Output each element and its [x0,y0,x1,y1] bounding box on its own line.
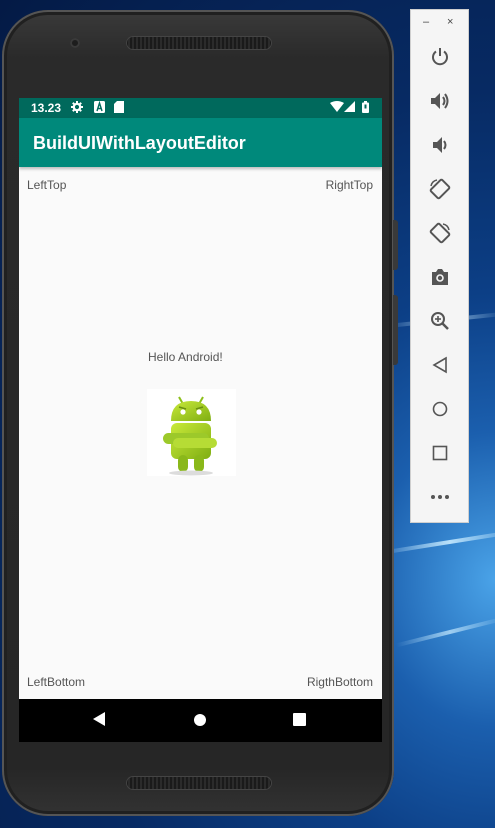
battery-icon [362,101,369,117]
status-time: 13.23 [31,101,62,115]
signal-icon [344,101,355,117]
volume-up-icon[interactable] [425,86,455,116]
gear-icon [71,101,83,117]
nav-home-icon[interactable] [193,713,207,732]
camera-icon[interactable] [425,262,455,292]
volume-down-icon[interactable] [425,130,455,160]
navigation-bar [19,699,382,742]
rotate-left-icon[interactable] [425,174,455,204]
desktop-light-streak [396,616,495,648]
close-button[interactable]: × [447,16,453,28]
top-speaker-grille [126,36,272,50]
zoom-icon[interactable] [425,306,455,336]
home-icon[interactable] [425,394,455,424]
phone-volume-button [393,220,398,270]
nav-recents-icon[interactable] [293,713,306,731]
app-bar: BuildUIWithLayoutEditor [19,118,382,167]
android-mascot-image [147,389,236,476]
phone-power-button [393,295,398,365]
label-left-bottom: LeftBottom [27,675,86,689]
rotate-right-icon[interactable] [425,218,455,248]
more-icon[interactable] [425,482,455,512]
label-hello-android: Hello Android! [148,350,223,364]
emulator-phone-frame: 13.23 BuildUIWithLayoutEditor LeftTop Ri… [2,10,394,816]
label-right-bottom: RigthBottom [306,675,373,689]
label-left-top: LeftTop [27,178,67,192]
label-right-top: RightTop [325,178,373,192]
desktop-light-streak [380,529,495,555]
sd-card-icon [114,101,124,117]
device-screen: 13.23 BuildUIWithLayoutEditor LeftTop Ri… [19,98,382,742]
emulator-toolbar: – × [410,9,469,523]
front-camera [70,38,80,48]
power-icon[interactable] [425,42,455,72]
overview-icon[interactable] [425,438,455,468]
nav-back-icon[interactable] [92,711,106,732]
app-title: BuildUIWithLayoutEditor [33,133,246,153]
layout-content: LeftTop RightTop Hello Android! LeftBott… [19,167,382,699]
back-icon[interactable] [425,350,455,380]
status-bar: 13.23 [19,98,382,118]
bottom-speaker-grille [126,776,272,790]
wifi-icon [330,101,344,117]
minimize-button[interactable]: – [423,16,429,28]
a-notification-icon [94,100,105,117]
